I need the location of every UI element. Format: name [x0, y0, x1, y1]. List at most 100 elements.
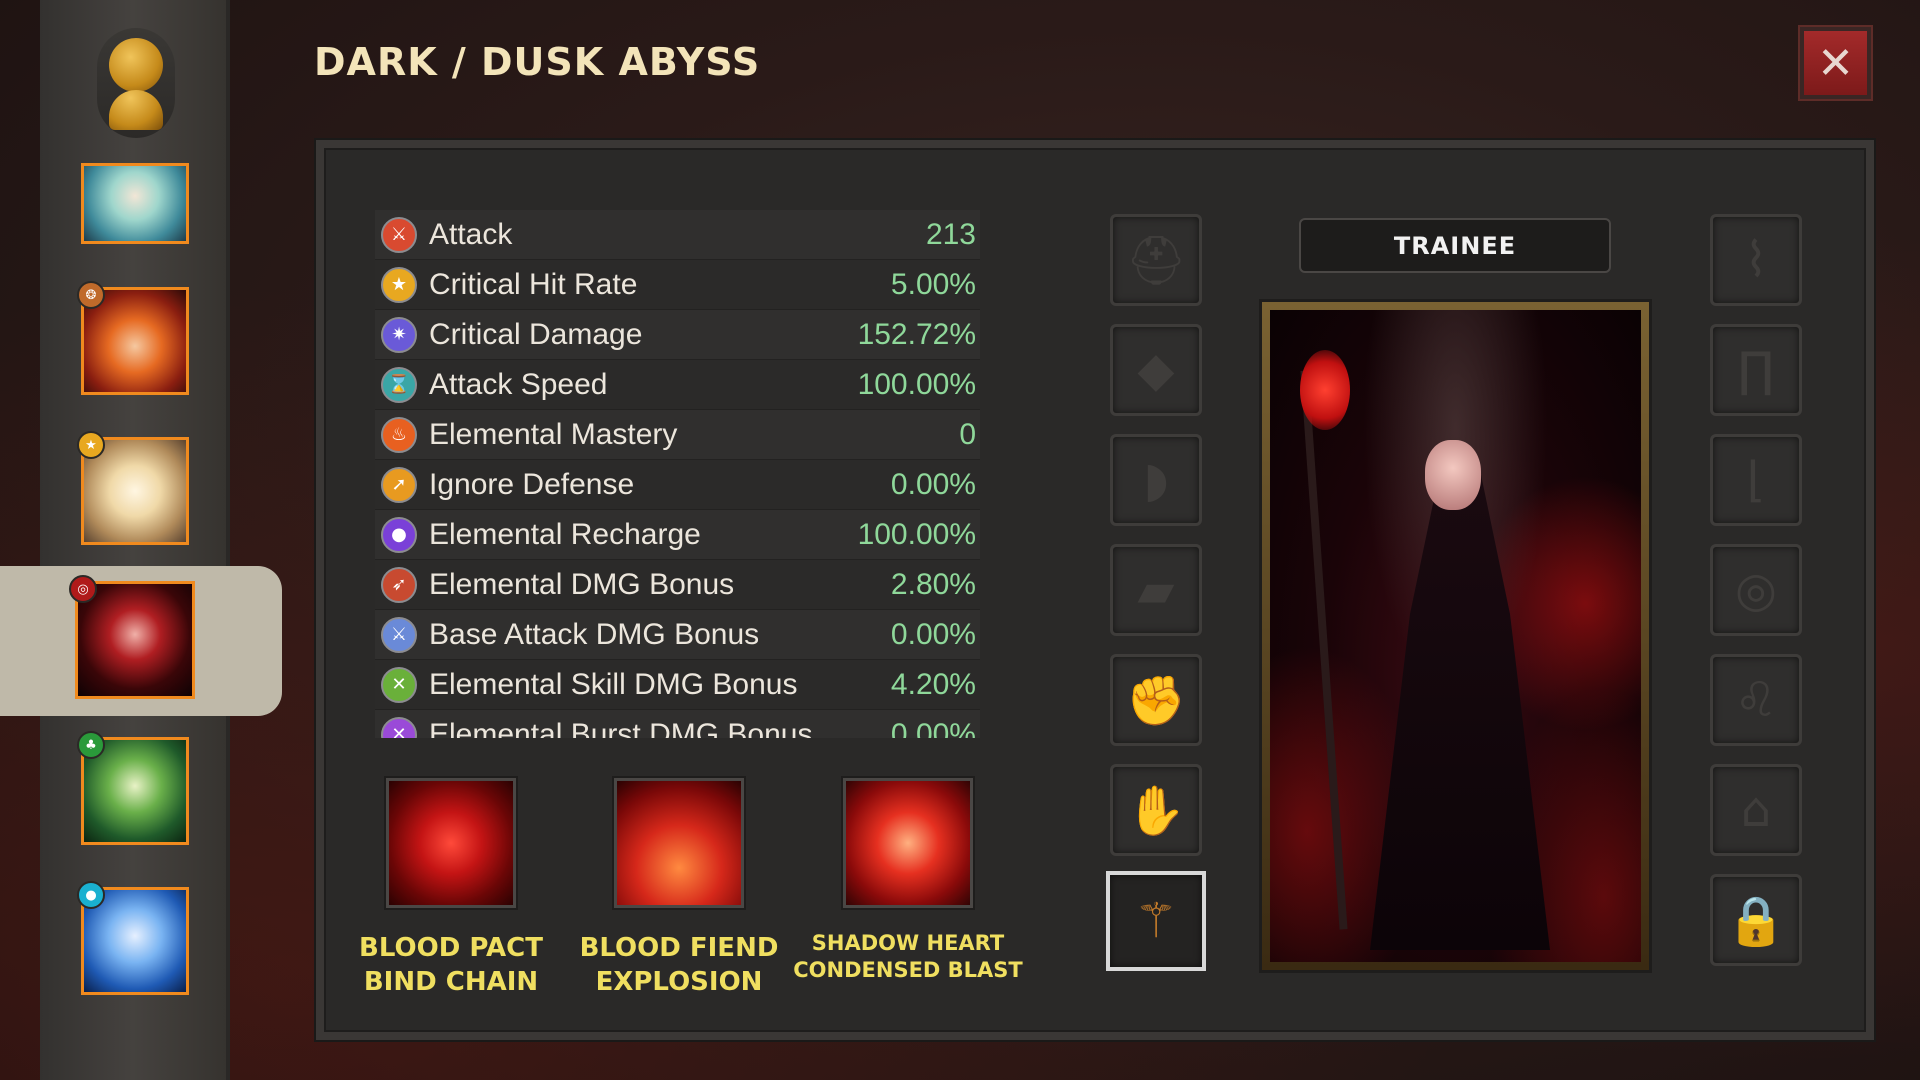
ring-slot[interactable]: ◎ [1710, 544, 1802, 636]
stat-value: 0.00% [890, 717, 976, 739]
pants-icon: ∏ [1737, 342, 1775, 398]
nature-element-icon: ♣ [77, 731, 105, 759]
orb-icon: ● [381, 516, 417, 553]
skill-label-line: CONDENSED BLAST [793, 958, 1023, 982]
user-profile-icon[interactable] [97, 28, 175, 138]
stat-row-attack-speed: ⌛ Attack Speed 100.00% [375, 360, 980, 410]
weapon-slot[interactable]: ⚚ [1106, 871, 1206, 971]
boots-icon: ⌊ [1746, 452, 1766, 508]
page-title: DARK / DUSK ABYSS [314, 40, 761, 84]
lock-icon: 🔒 [1726, 892, 1786, 949]
stat-value: 152.72% [857, 317, 976, 351]
stat-value: 213 [925, 217, 976, 251]
blade-icon: ⚔ [381, 616, 417, 653]
amulet-icon: ◆ [1137, 342, 1175, 398]
stat-label: Elemental DMG Bonus [429, 567, 735, 601]
locked-slot[interactable]: 🔒 [1710, 874, 1802, 966]
dark-element-icon: ◎ [69, 575, 97, 603]
skill-label-line: BLOOD FIEND [579, 933, 779, 963]
hero-artwork [1270, 310, 1641, 962]
chest-slot[interactable]: ▰ [1110, 544, 1202, 636]
stat-row-critical-hit-rate: ★ Critical Hit Rate 5.00% [375, 260, 980, 310]
emblem-slot[interactable]: ♌ [1710, 654, 1802, 746]
glove-slot[interactable]: ✋ [1110, 764, 1202, 856]
character-portrait-1[interactable] [81, 163, 189, 244]
close-button[interactable]: ✕ [1800, 27, 1871, 99]
cloak-icon: ⌂ [1740, 782, 1772, 838]
crossed-swords-icon: ✕ [381, 666, 417, 703]
skill-label-line: BIND CHAIN [363, 967, 539, 997]
star-element-icon: ★ [77, 431, 105, 459]
skill-shadow-heart-icon[interactable] [843, 778, 973, 908]
stat-value: 5.00% [890, 267, 976, 301]
rank-badge: TRAINEE [1299, 218, 1611, 273]
helmet-icon: ⛑ [1125, 232, 1187, 289]
flame-icon: ♨ [381, 416, 417, 453]
stat-label: Elemental Skill DMG Bonus [429, 667, 798, 701]
ring-icon: ◎ [1735, 562, 1777, 618]
skill-blood-fiend-icon[interactable] [614, 778, 744, 908]
fire-element-icon: ❂ [77, 281, 105, 309]
stat-value: 4.20% [890, 667, 976, 701]
bow-icon: ➶ [381, 566, 417, 603]
helmet-slot[interactable]: ⛑ [1110, 214, 1202, 306]
gauntlet-icon: ✊ [1126, 672, 1186, 729]
stat-value: 0.00% [890, 617, 976, 651]
stat-label: Critical Hit Rate [429, 267, 638, 301]
hourglass-icon: ⌛ [381, 366, 417, 403]
face-art [1425, 440, 1481, 510]
stat-row-elemental-skill-dmg-bonus: ✕ Elemental Skill DMG Bonus 4.20% [375, 660, 980, 710]
profile-head-shape [109, 38, 163, 92]
stat-row-elemental-recharge: ● Elemental Recharge 100.00% [375, 510, 980, 560]
skill-label-1: BLOOD PACT BIND CHAIN [336, 931, 566, 999]
stat-value: 2.80% [890, 567, 976, 601]
stat-row-elemental-mastery: ♨ Elemental Mastery 0 [375, 410, 980, 460]
sword-icon: ⚔ [381, 216, 417, 253]
belt-icon: ⌇ [1744, 232, 1768, 288]
stat-label: Attack Speed [429, 367, 608, 401]
skill-blood-pact-icon[interactable] [386, 778, 516, 908]
skill-label-2: BLOOD FIEND EXPLOSION [564, 931, 794, 999]
burst-bonus-icon: ✕ [381, 716, 417, 738]
stat-label: Base Attack DMG Bonus [429, 617, 760, 651]
stat-value: 0.00% [890, 467, 976, 501]
shoulder-armor-icon: ◗ [1143, 452, 1169, 508]
boots-slot[interactable]: ⌊ [1710, 434, 1802, 526]
arrow-icon: ➚ [381, 466, 417, 503]
water-element-icon: ● [77, 881, 105, 909]
stat-row-ignore-defense: ➚ Ignore Defense 0.00% [375, 460, 980, 510]
hero-portrait [1262, 302, 1649, 970]
stat-label: Ignore Defense [429, 467, 635, 501]
stats-list[interactable]: ⚔ Attack 213 ★ Critical Hit Rate 5.00% ✷… [375, 210, 980, 738]
gauntlet-slot[interactable]: ✊ [1110, 654, 1202, 746]
stat-row-elemental-dmg-bonus: ➶ Elemental DMG Bonus 2.80% [375, 560, 980, 610]
skill-label-line: BLOOD PACT [359, 933, 543, 963]
stat-label: Critical Damage [429, 317, 643, 351]
stat-value: 0 [959, 417, 976, 451]
stat-row-attack: ⚔ Attack 213 [375, 210, 980, 260]
stat-label: Elemental Mastery [429, 417, 678, 451]
glove-icon: ✋ [1126, 782, 1186, 839]
skill-label-line: SHADOW HEART [811, 931, 1005, 955]
staff-icon: ⚚ [1134, 893, 1178, 949]
star-icon: ★ [381, 266, 417, 303]
burst-icon: ✷ [381, 316, 417, 353]
chest-armor-icon: ▰ [1137, 562, 1175, 618]
cloak-slot[interactable]: ⌂ [1710, 764, 1802, 856]
stat-label: Elemental Burst DMG Bonus [429, 717, 813, 739]
amulet-slot[interactable]: ◆ [1110, 324, 1202, 416]
stat-row-elemental-burst-dmg-bonus: ✕ Elemental Burst DMG Bonus 0.00% [375, 710, 980, 738]
profile-body-shape [109, 90, 163, 130]
skill-label-line: EXPLOSION [595, 967, 763, 997]
shoulder-slot[interactable]: ◗ [1110, 434, 1202, 526]
belt-slot[interactable]: ⌇ [1710, 214, 1802, 306]
stat-value: 100.00% [857, 517, 976, 551]
pants-slot[interactable]: ∏ [1710, 324, 1802, 416]
stat-label: Attack [429, 217, 513, 251]
skill-label-3: SHADOW HEART CONDENSED BLAST [786, 930, 1030, 984]
stat-row-base-attack-dmg-bonus: ⚔ Base Attack DMG Bonus 0.00% [375, 610, 980, 660]
lion-emblem-icon: ♌ [1734, 672, 1778, 728]
gem-art [1300, 350, 1350, 430]
stat-value: 100.00% [857, 367, 976, 401]
stat-row-critical-damage: ✷ Critical Damage 152.72% [375, 310, 980, 360]
